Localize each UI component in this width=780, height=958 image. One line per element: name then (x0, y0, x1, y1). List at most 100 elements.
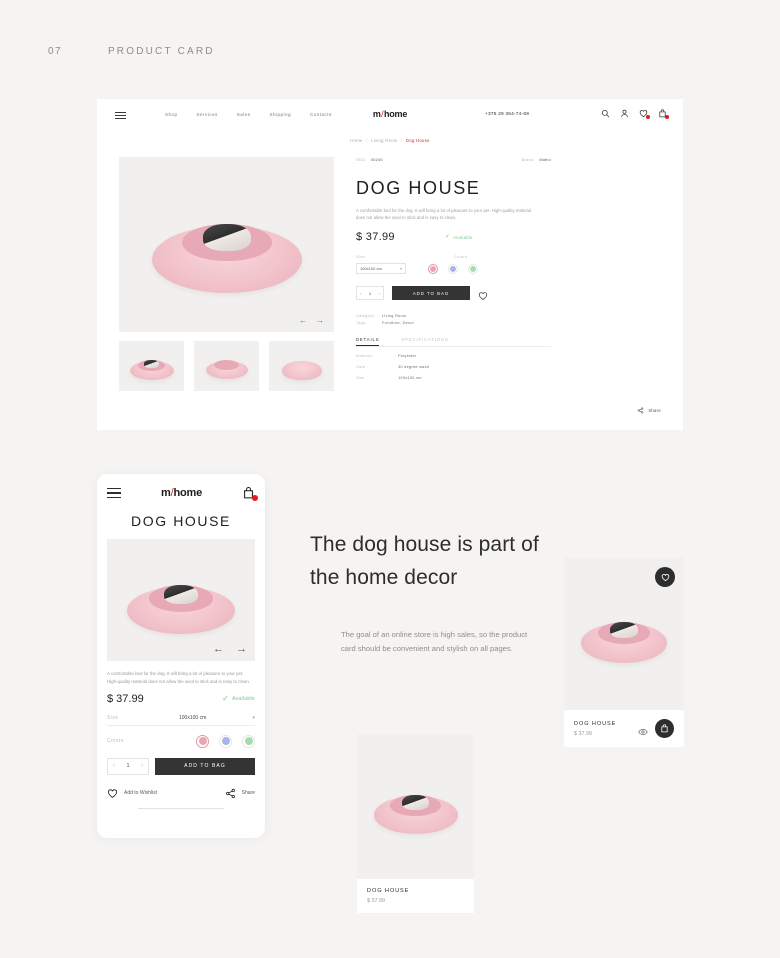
tags-value[interactable]: Furniture, Decor (382, 321, 414, 325)
color-swatch-green[interactable] (468, 263, 478, 274)
quantity-stepper[interactable]: ‹ 1 › (356, 286, 384, 301)
sku-row: SKU: 00240 Brand: Mahlo (356, 158, 551, 162)
header-phone[interactable]: +375 29 364-74-69 (485, 112, 529, 117)
option-labels: Size Colors (356, 255, 551, 259)
card-image (564, 558, 684, 710)
share-icon (638, 407, 644, 414)
mobile-next-arrow[interactable]: → (236, 644, 247, 655)
user-icon[interactable] (620, 109, 629, 118)
slide-number: 07 (48, 46, 62, 57)
color-swatches (428, 263, 478, 274)
spec-row: Material Polyester (356, 353, 551, 358)
mobile-quantity-stepper[interactable]: ‹ 1 › (107, 757, 149, 775)
mobile-colors-row: Colors (107, 734, 255, 748)
mobile-site-logo[interactable]: m/home (161, 487, 202, 499)
color-swatch-blue[interactable] (448, 263, 458, 274)
product-tabs: DETAILS SPECIFICATIONS (356, 337, 551, 348)
mobile-bag-badge (252, 495, 258, 501)
mobile-wishlist-action[interactable]: Add to Wishlist (107, 788, 157, 799)
mobile-size-value: 100x100 cm (179, 714, 207, 721)
mobile-quantity-decrement[interactable]: ‹ (113, 763, 115, 769)
menu-icon[interactable] (115, 112, 126, 119)
mobile-wishlist-label: Add to Wishlist (124, 790, 158, 797)
mobile-price: $ 37.99 (107, 692, 144, 705)
mobile-product-title: DOG HOUSE (131, 513, 231, 529)
nav-item-contacts[interactable]: Contacts (310, 112, 332, 117)
mobile-size-select[interactable]: 100x100 cm ▾ (179, 715, 255, 721)
desktop-body: ← → SKU: 00240 Brand: Mahlo DOG HOUSE A co… (97, 143, 683, 391)
spec-row: Size 100x100 cm (356, 375, 551, 380)
size-select[interactable]: 100x100 cm ▾ (356, 263, 406, 275)
quantity-decrement[interactable]: ‹ (360, 291, 361, 296)
spec-value: 100x100 cm (398, 375, 422, 381)
mobile-bag-icon[interactable] (242, 486, 258, 501)
heart-icon[interactable] (639, 109, 650, 119)
gallery-arrows: ← → (299, 317, 324, 325)
add-to-bag-button[interactable]: ADD TO BAG (392, 286, 470, 301)
mobile-add-to-bag-button[interactable]: ADD TO BAG (155, 757, 255, 775)
tags-label: Tags: (356, 321, 367, 326)
colors-label: Colors (454, 255, 468, 260)
gallery-next-arrow[interactable]: → (316, 317, 324, 325)
gallery-main-image[interactable]: ← → (119, 157, 334, 332)
mobile-menu-icon[interactable] (107, 487, 121, 499)
option-controls: 100x100 cm ▾ (356, 263, 551, 275)
quantity-increment[interactable]: › (379, 291, 380, 296)
nav-item-shipping[interactable]: Shipping (270, 112, 291, 117)
slide-caption: 07 PRODUCT CARD (48, 46, 215, 57)
card-add-to-bag-button[interactable] (655, 719, 674, 738)
card-favorite-button[interactable] (655, 567, 675, 587)
mobile-mockup: m/home DOG HOUSE ← → A comfortable bed f… (97, 474, 265, 838)
tab-details[interactable]: DETAILS (356, 337, 380, 347)
spec-key: Care (356, 364, 366, 370)
mobile-share-action[interactable]: Share (225, 788, 255, 799)
gallery-thumb[interactable] (269, 341, 334, 391)
spec-row: Care 30 degree wash (356, 364, 551, 369)
mobile-color-swatch-green[interactable] (242, 734, 255, 748)
gallery-prev-arrow[interactable]: ← (299, 317, 307, 325)
logo-suffix: home (383, 109, 408, 119)
mobile-prev-arrow[interactable]: ← (213, 644, 224, 655)
category-value[interactable]: Living Room (382, 314, 406, 318)
quick-view-eye-icon[interactable] (638, 724, 648, 735)
brand-label: Brand: (521, 158, 535, 162)
mobile-home-indicator (138, 807, 224, 810)
mobile-footer-actions: Add to Wishlist Share (107, 788, 255, 799)
availability-status: ✓ Available (445, 234, 473, 240)
header-icons (601, 109, 669, 119)
product-card-hover[interactable]: DOG HOUSE $ 37.99 (564, 558, 684, 747)
product-description: A comfortable bed for the dog. It will b… (356, 208, 532, 221)
mobile-availability-label: Available (232, 695, 255, 702)
mobile-product-image[interactable]: ← → (107, 539, 255, 661)
nav-item-shop[interactable]: Shop (165, 112, 178, 117)
card-image (357, 734, 474, 879)
sku-value: 00240 (370, 158, 383, 162)
logo-prefix: m (372, 109, 381, 119)
tab-specifications[interactable]: SPECIFICATIONS (401, 337, 448, 346)
search-icon[interactable] (601, 109, 610, 118)
availability-label: Available (453, 234, 473, 240)
quantity-value: 1 (368, 290, 372, 296)
nav-item-sales[interactable]: Sales (237, 112, 251, 117)
share-control[interactable]: Share (637, 407, 661, 414)
gallery-thumb[interactable] (194, 341, 259, 391)
card-info: DOG HOUSE $ 37.99 (564, 710, 684, 747)
color-swatch-pink[interactable] (428, 263, 438, 274)
mobile-color-swatch-pink[interactable] (196, 734, 209, 748)
nav-item-services[interactable]: Services (197, 112, 218, 117)
spec-value: 30 degree wash (398, 364, 430, 370)
mobile-color-swatch-blue[interactable] (219, 734, 232, 748)
mobile-price-row: $ 37.99 ✓ Available (107, 693, 255, 705)
gallery-thumb[interactable] (119, 341, 184, 391)
product-title: DOG HOUSE (356, 178, 481, 198)
mobile-gallery-arrows: ← → (213, 644, 247, 655)
category-label: Category: (356, 314, 376, 319)
share-label: Share (648, 408, 661, 413)
tags-row: Tags: Furniture, Decor (356, 321, 551, 325)
product-card-default[interactable]: DOG HOUSE $ 37.99 (357, 734, 474, 913)
site-logo[interactable]: m/home (372, 109, 408, 119)
mobile-quantity-increment[interactable]: › (141, 763, 143, 769)
mobile-purchase-controls: ‹ 1 › ADD TO BAG (107, 757, 255, 775)
bag-icon[interactable] (658, 109, 669, 119)
wishlist-heart-icon[interactable] (478, 288, 488, 301)
